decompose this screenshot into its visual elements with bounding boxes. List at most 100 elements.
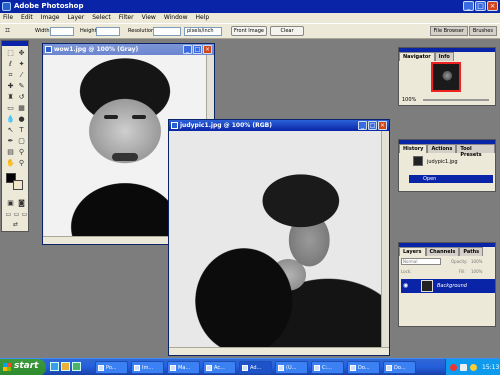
resolution-label: Resolution: [128,28,156,34]
close-button[interactable]: × [487,1,498,11]
brush-icon[interactable]: ✎ [17,82,26,90]
shape-icon[interactable]: ▢ [17,137,26,145]
task-button-1[interactable]: Po... [95,361,128,374]
minimize-button[interactable]: _ [463,1,474,11]
start-button[interactable]: start [0,359,46,375]
slice-icon[interactable]: ⁄ [17,71,26,79]
task-button-7[interactable]: C:... [311,361,344,374]
hand-icon[interactable]: ✋ [6,159,15,167]
width-field[interactable] [50,27,74,36]
marquee-tool-icon[interactable]: ⬚ [6,49,15,57]
history-state-label: Open [423,176,437,182]
standard-mode-icon[interactable]: ▣ [6,199,15,207]
history-brush-icon[interactable]: ↺ [17,93,26,101]
doc2-close-button[interactable]: × [378,121,387,130]
path-select-icon[interactable]: ↖ [6,126,15,134]
task-button-5[interactable]: Ad... [239,361,272,374]
eyedropper-icon[interactable]: ⚲ [17,148,26,156]
clear-button[interactable]: Clear [270,26,304,36]
brushes-tab[interactable]: Brushes [468,26,497,36]
tab-history[interactable]: History [399,144,428,153]
front-image-button[interactable]: Front Image [231,26,267,36]
screen-mode-3-icon[interactable]: ▭ [20,211,29,219]
blend-mode-select[interactable]: Normal [401,258,441,265]
task-5-label: Ad... [250,365,262,371]
menu-image[interactable]: Image [41,14,60,23]
tab-tool-presets[interactable]: Tool Presets [456,144,495,158]
zoom-slider[interactable] [423,99,489,101]
background-color-swatch[interactable] [13,180,23,190]
task-button-4[interactable]: Ac... [203,361,236,374]
move-tool-icon[interactable]: ✥ [17,49,26,57]
menu-help[interactable]: Help [196,14,210,23]
windows-logo-icon [3,363,11,371]
task-2-label: Im... [142,365,154,371]
eraser-icon[interactable]: ▭ [6,104,15,112]
blur-icon[interactable]: 💧 [6,115,15,123]
navigator-thumbnail[interactable] [431,62,461,92]
tray-network-icon[interactable] [460,364,467,371]
doc1-close-button[interactable]: × [203,45,212,54]
task-button-9[interactable]: Do... [383,361,416,374]
type-tool-icon[interactable]: T [17,126,26,134]
lasso-tool-icon[interactable]: ℓ [6,60,15,68]
gradient-icon[interactable]: ▦ [17,104,26,112]
task-button-8[interactable]: Do... [347,361,380,374]
tray-alert-icon[interactable] [450,364,457,371]
height-field[interactable] [96,27,120,36]
fill-value[interactable]: 100% [471,269,482,274]
crop-tool-icon[interactable]: ⌗ [3,27,12,36]
tab-info[interactable]: Info [434,52,454,61]
menu-file[interactable]: File [3,14,13,23]
quickmask-mode-icon[interactable]: ◙ [17,199,26,207]
menu-select[interactable]: Select [92,14,111,23]
resolution-field[interactable] [153,27,181,36]
tab-layers[interactable]: Layers [399,247,426,256]
quick-launch-media-icon[interactable] [72,362,81,371]
doc2-vertical-scrollbar[interactable] [381,131,389,349]
snapshot-label[interactable]: judypic1.jpg [427,159,458,165]
zoom-icon[interactable]: ⚲ [17,159,26,167]
navigator-palette: Navigator Info 100% [398,47,496,106]
quick-launch-ie-icon[interactable] [50,362,59,371]
menu-filter[interactable]: Filter [119,14,134,23]
crop-icon[interactable]: ⌗ [6,71,15,79]
doc2-minimize-button[interactable]: _ [358,121,367,130]
tab-channels[interactable]: Channels [425,247,460,256]
tab-actions[interactable]: Actions [427,144,457,153]
tray-volume-icon[interactable] [470,364,477,371]
menu-layer[interactable]: Layer [67,14,84,23]
healing-brush-icon[interactable]: ✚ [6,82,15,90]
imageready-icon[interactable]: ⇄ [11,221,20,229]
units-select[interactable]: pixels/inch [184,27,222,36]
tab-paths[interactable]: Paths [459,247,484,256]
notes-icon[interactable]: ▤ [6,148,15,156]
file-browser-tab[interactable]: File Browser [429,26,468,36]
task-2-icon [134,365,140,371]
stamp-icon[interactable]: ♜ [6,93,15,101]
task-button-6[interactable]: (U... [275,361,308,374]
tab-navigator[interactable]: Navigator [399,52,435,61]
doc2-title-bar[interactable]: judypic1.jpg @ 100% (RGB) [169,120,389,131]
eye-icon[interactable]: ◉ [403,282,408,289]
doc2-maximize-button[interactable]: □ [368,121,377,130]
menu-window[interactable]: Window [164,14,188,23]
quick-launch-folder-icon[interactable] [61,362,70,371]
magic-wand-icon[interactable]: ✦ [17,60,26,68]
system-tray: 15:13 [445,359,500,375]
layer-row-background[interactable]: ◉ Background [401,279,495,293]
task-button-3[interactable]: Ma... [167,361,200,374]
layer-name: Background [437,283,467,289]
doc1-minimize-button[interactable]: _ [183,45,192,54]
doc1-maximize-button[interactable]: □ [193,45,202,54]
task-button-2[interactable]: Im... [131,361,164,374]
dodge-icon[interactable]: ● [17,115,26,123]
opacity-value[interactable]: 100% [471,259,482,264]
menu-view[interactable]: View [142,14,156,23]
maximize-button[interactable]: □ [475,1,486,11]
menu-edit[interactable]: Edit [21,14,33,23]
pen-icon[interactable]: ✒ [6,137,15,145]
options-bar: ⌗ Width: Height: Resolution: pixels/inch… [0,23,500,39]
navigator-zoom: 100% [402,97,417,103]
history-state-open[interactable]: Open [409,175,493,183]
